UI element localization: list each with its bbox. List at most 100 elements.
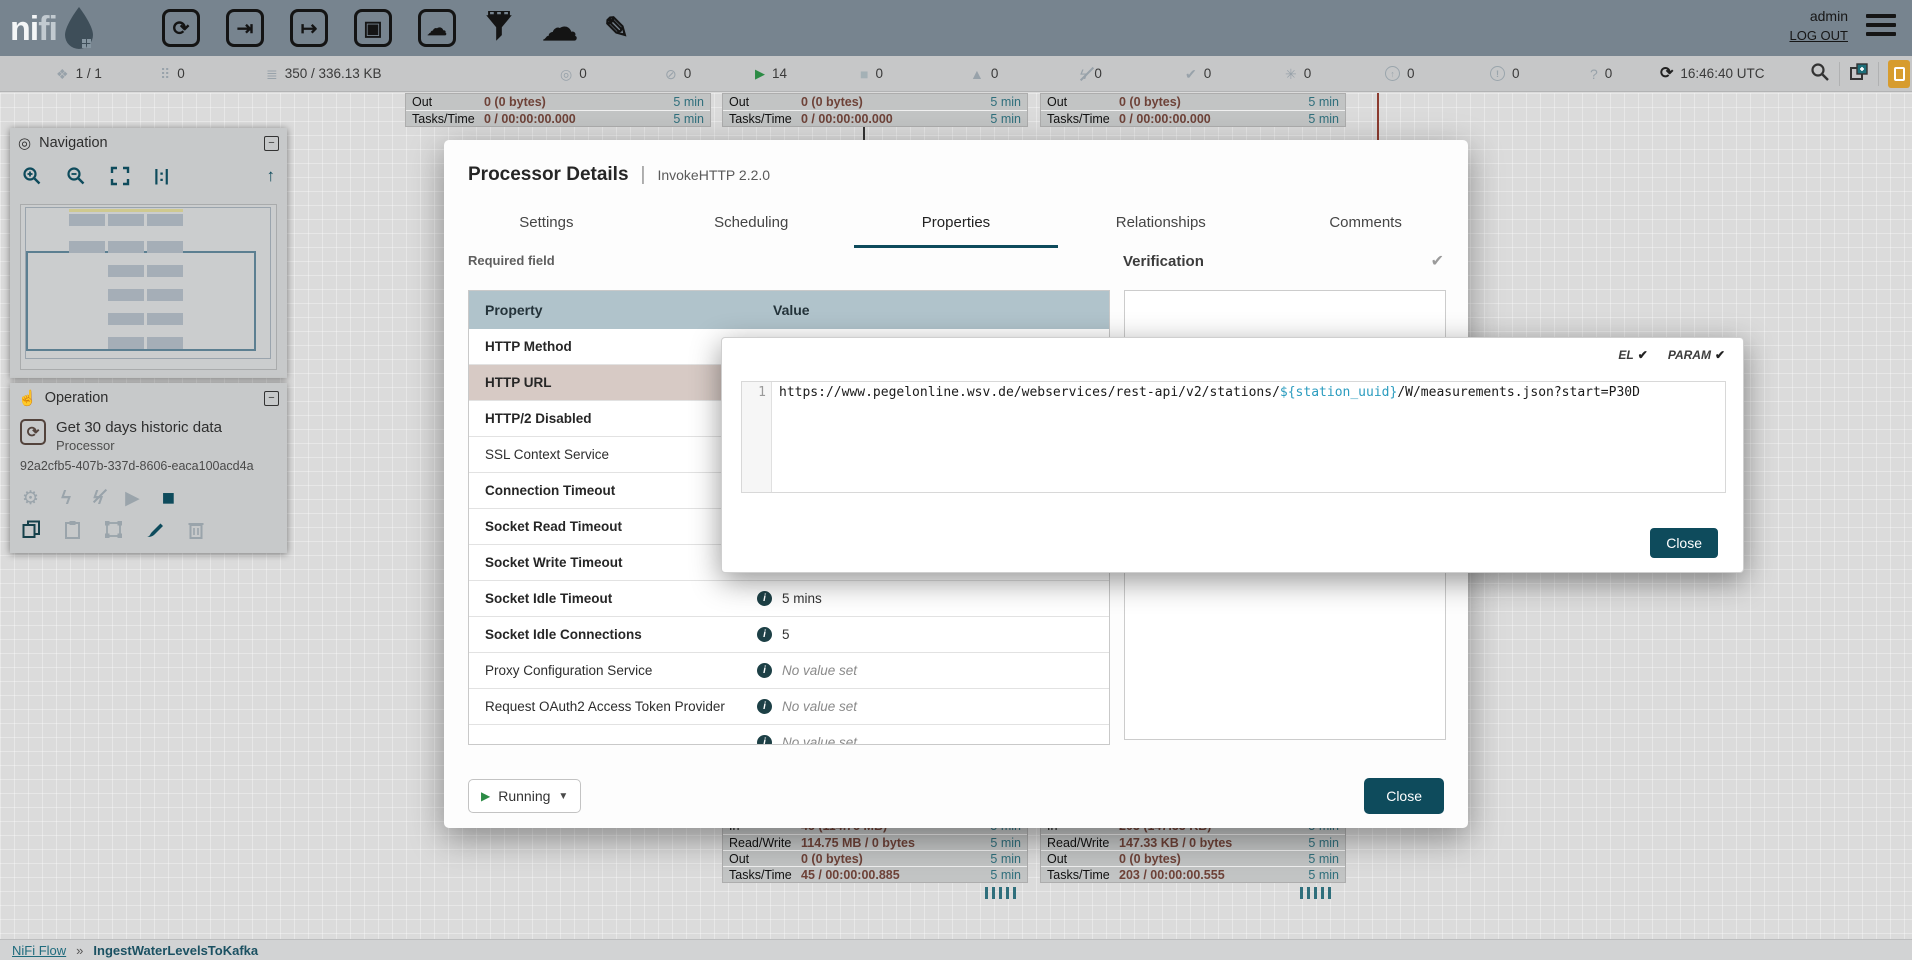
el-supported-badge: EL✔ xyxy=(1618,348,1647,362)
collapse-icon[interactable]: − xyxy=(264,391,279,406)
leave-group-icon[interactable]: ↑ xyxy=(267,166,276,186)
editor-close-button[interactable]: Close xyxy=(1650,528,1718,558)
status-running: ▶14 xyxy=(755,56,787,91)
status-sync-failure: !0 xyxy=(1490,56,1520,91)
help-icon: ? xyxy=(1590,67,1598,81)
hand-pointer-icon: ☝ xyxy=(18,389,37,407)
flowfile-panel-icon[interactable] xyxy=(1888,60,1910,88)
info-icon[interactable]: i xyxy=(757,735,772,745)
settings-icon[interactable] xyxy=(1849,62,1869,85)
status-threads: ⠿0 xyxy=(160,56,185,91)
tab-comments[interactable]: Comments xyxy=(1263,202,1468,248)
breadcrumb-root-link[interactable]: NiFi Flow xyxy=(12,943,66,958)
group-icon[interactable] xyxy=(104,520,123,539)
locally-modified-icon: ✳ xyxy=(1285,67,1297,81)
table-row[interactable]: Request OAuth2 Access Token ProvideriNo … xyxy=(469,689,1109,725)
global-menu-icon[interactable] xyxy=(1866,14,1896,41)
table-row[interactable]: Proxy Configuration ServiceiNo value set xyxy=(469,653,1109,689)
status-up-to-date: ✔0 xyxy=(1185,56,1211,91)
status-disabled: ϟ0 xyxy=(1080,56,1102,91)
color-icon[interactable] xyxy=(145,519,165,539)
zoom-actual-icon[interactable]: |:| xyxy=(154,166,169,186)
collapse-icon[interactable]: − xyxy=(264,136,279,151)
info-icon[interactable]: i xyxy=(757,663,772,678)
table-row[interactable]: Socket Idle Connectionsi5 xyxy=(469,617,1109,653)
enable-icon[interactable]: ϟ xyxy=(61,489,71,508)
operation-panel-title: Operation xyxy=(45,390,109,406)
tab-settings[interactable]: Settings xyxy=(444,202,649,248)
connection-line xyxy=(1377,93,1379,141)
birdseye-map[interactable] xyxy=(20,204,277,370)
funnel-icon[interactable] xyxy=(482,9,516,47)
info-icon[interactable]: i xyxy=(757,591,772,606)
run-state-button[interactable]: ▶ Running ▼ xyxy=(468,779,581,813)
el-expression: ${station_uuid} xyxy=(1280,385,1397,400)
stop-icon[interactable]: ■ xyxy=(162,487,175,509)
copy-icon[interactable] xyxy=(22,520,41,539)
sparkline-ticks xyxy=(985,887,1016,899)
paste-icon[interactable] xyxy=(63,520,82,539)
divider xyxy=(1878,62,1879,86)
up-to-date-icon: ✔ xyxy=(1185,67,1197,81)
processor-icon[interactable]: ⟳ xyxy=(162,9,200,47)
navigation-panel: ◎ Navigation − |:| ↑ xyxy=(10,128,287,378)
user-area: admin LOG OUT xyxy=(1789,8,1848,43)
status-bar-tools xyxy=(1810,56,1912,91)
zoom-in-icon[interactable] xyxy=(22,166,42,186)
chevron-down-icon: ▼ xyxy=(558,791,568,802)
processor-stats: Out0 (0 bytes)5 min Tasks/Time0 / 00:00:… xyxy=(405,93,711,127)
stopped-icon: ■ xyxy=(860,67,868,81)
refresh-icon[interactable]: ⟳ xyxy=(1660,66,1673,82)
start-icon[interactable]: ▶ xyxy=(125,489,140,508)
configure-icon[interactable]: ⚙ xyxy=(22,489,39,508)
verification-check-icon[interactable]: ✔ xyxy=(1431,251,1444,271)
status-queue: ≣350 / 336.13 KB xyxy=(266,56,382,91)
component-toolbar: ⟳ ⇥ ↦ ▣ ☁ ☁ ✎ xyxy=(162,9,629,47)
line-number: 1 xyxy=(742,382,772,492)
process-group-icon[interactable]: ▣ xyxy=(354,9,392,47)
info-icon[interactable]: i xyxy=(757,699,772,714)
threads-icon: ⠿ xyxy=(160,67,170,81)
breadcrumb-separator: » xyxy=(76,943,83,958)
input-port-icon[interactable]: ⇥ xyxy=(226,9,264,47)
table-row[interactable]: iNo value set xyxy=(469,725,1109,745)
processor-type-version: InvokeHTTP 2.2.0 xyxy=(657,167,770,183)
zoom-fit-icon[interactable] xyxy=(110,166,130,186)
operation-panel: ☝ Operation − ⟳ Get 30 days historic dat… xyxy=(10,383,287,553)
output-port-icon[interactable]: ↦ xyxy=(290,9,328,47)
http-url-value[interactable]: https://www.pegelonline.wsv.de/webservic… xyxy=(772,382,1640,492)
cluster-icon: ❖ xyxy=(56,67,69,81)
label-icon[interactable]: ✎ xyxy=(604,9,629,47)
remote-process-group-icon[interactable]: ☁ xyxy=(418,9,456,47)
check-icon: ✔ xyxy=(1638,348,1648,362)
nifi-logo: nifi xyxy=(10,6,97,52)
property-value-editor: EL✔ PARAM✔ 1 https://www.pegelonline.wsv… xyxy=(721,337,1744,573)
tab-relationships[interactable]: Relationships xyxy=(1058,202,1263,248)
running-icon: ▶ xyxy=(481,789,490,803)
app-header: nifi ⟳ ⇥ ↦ ▣ ☁ ☁ ✎ admin LOG OUT xyxy=(0,0,1912,56)
sparkline-ticks xyxy=(1300,887,1331,899)
nifi-drop-icon xyxy=(61,6,97,52)
zoom-out-icon[interactable] xyxy=(66,166,86,186)
search-icon[interactable] xyxy=(1810,62,1830,85)
status-transmitting: ◎0 xyxy=(560,56,587,91)
verification-title: Verification xyxy=(1123,253,1204,270)
disable-icon[interactable]: ϟ xyxy=(93,489,103,508)
not-transmitting-icon: ⊘ xyxy=(665,67,677,81)
disabled-icon: ϟ xyxy=(1080,67,1087,81)
delete-icon[interactable] xyxy=(187,520,205,539)
queue-icon: ≣ xyxy=(266,67,278,81)
status-stopped: ■0 xyxy=(860,56,883,91)
status-stale: ↑0 xyxy=(1385,56,1415,91)
status-locally-modified: ✳0 xyxy=(1285,56,1311,91)
template-icon[interactable]: ☁ xyxy=(542,9,578,47)
value-code-editor[interactable]: 1 https://www.pegelonline.wsv.de/webserv… xyxy=(741,381,1726,493)
selected-component-id: 92a2cfb5-407b-337d-8606-eaca100acd4a xyxy=(10,453,287,473)
info-icon[interactable]: i xyxy=(757,627,772,642)
dialog-close-button[interactable]: Close xyxy=(1364,778,1444,814)
tab-properties[interactable]: Properties xyxy=(854,202,1059,248)
tab-scheduling[interactable]: Scheduling xyxy=(649,202,854,248)
properties-table-header: Property Value xyxy=(469,291,1109,329)
table-row[interactable]: Socket Idle Timeouti5 mins xyxy=(469,581,1109,617)
logout-link[interactable]: LOG OUT xyxy=(1789,28,1848,43)
